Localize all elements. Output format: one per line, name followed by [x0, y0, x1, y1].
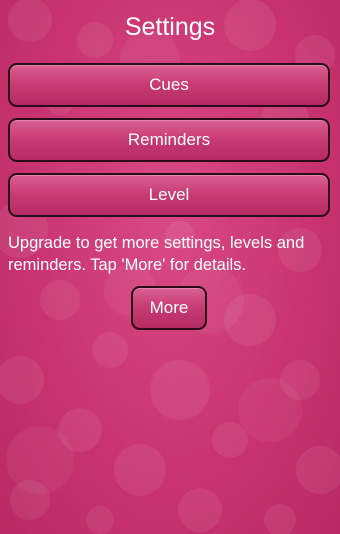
upgrade-message: Upgrade to get more settings, levels and…: [8, 234, 305, 274]
more-button[interactable]: More: [131, 286, 207, 330]
level-button[interactable]: Level: [8, 173, 330, 217]
settings-screen: Settings Cues Reminders Level Upgrade to…: [0, 0, 340, 534]
cues-button[interactable]: Cues: [8, 63, 330, 107]
reminders-button[interactable]: Reminders: [8, 118, 330, 162]
page-title: Settings: [124, 13, 216, 41]
